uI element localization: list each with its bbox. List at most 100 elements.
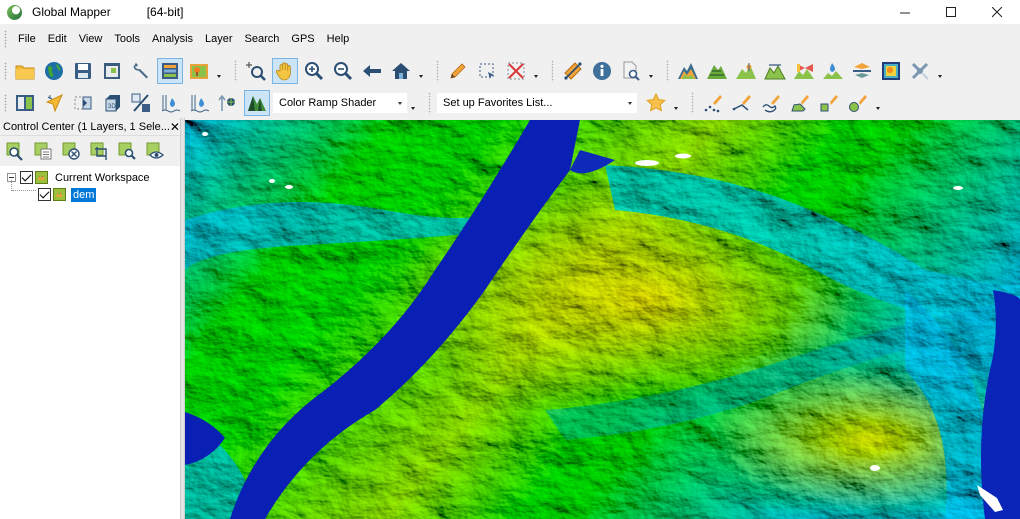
favorites-select-value: Set up Favorites List... [443,97,553,109]
search-button[interactable] [618,58,644,84]
toolbar-grip[interactable] [4,62,7,80]
transparency-button[interactable] [128,90,154,116]
menu-file[interactable]: File [12,28,42,50]
close-layer-button[interactable] [60,140,82,162]
favorites-select[interactable]: Set up Favorites List... [437,93,637,113]
watershed-button[interactable] [820,58,846,84]
zoom-out-button[interactable] [330,58,356,84]
view-shed-icon [794,64,814,79]
zoom-to-layer-button[interactable] [4,140,26,162]
split-view-button[interactable] [12,90,38,116]
create-points-button[interactable] [700,90,726,116]
overlay-dropdown[interactable] [215,61,224,81]
info-dropdown[interactable] [647,61,656,81]
edit-dropdown[interactable] [532,61,541,81]
layers-slice-icon [853,63,871,78]
layer-metadata-button[interactable] [32,140,54,162]
shaded-terrain-button[interactable] [675,58,701,84]
path-profile-button[interactable] [762,58,788,84]
digitize-area-icon [791,95,809,112]
pan-hand-icon [275,62,291,81]
save-workspace-button[interactable] [70,58,96,84]
menu-layer[interactable]: Layer [199,28,239,50]
feature-info-button[interactable] [589,58,615,84]
view-shed-button[interactable] [791,58,817,84]
open-data-button[interactable] [12,58,38,84]
control-center-close-button[interactable]: ✕ [170,120,180,134]
layer-label[interactable]: dem [71,187,97,202]
cut-fill-button[interactable] [849,58,875,84]
save-icon [75,63,91,79]
create-circle-button[interactable] [845,90,871,116]
water-level-up-button[interactable] [157,90,183,116]
toolbar-separator [551,60,554,82]
digitize-dropdown[interactable] [874,93,883,113]
download-imagery-button[interactable] [41,58,67,84]
crop-layer-button[interactable] [88,140,110,162]
menu-analysis[interactable]: Analysis [146,28,199,50]
toggle-visibility-button[interactable] [144,140,166,162]
back-arrow-icon [363,65,381,77]
hillshade-button[interactable] [244,90,270,116]
workspace-checkbox[interactable] [20,171,33,184]
menu-tools[interactable]: Tools [108,28,146,50]
pan-tool-button[interactable] [272,58,298,84]
digitize-points-icon [704,95,722,113]
water-level-down-button[interactable] [186,90,212,116]
configuration-button[interactable] [128,58,154,84]
layer-visibility-icon [146,142,164,159]
create-rectangle-button[interactable] [816,90,842,116]
measure-button[interactable] [560,58,586,84]
snow-patch [635,160,659,166]
menu-edit[interactable]: Edit [42,28,73,50]
shader-toolbar-dropdown[interactable] [409,93,418,113]
select-features-button[interactable] [474,58,500,84]
split-panel-icon [16,95,34,111]
layer-checkbox[interactable] [38,188,51,201]
toolbar-grip[interactable] [4,94,7,112]
previous-view-button[interactable] [359,58,385,84]
menu-search[interactable]: Search [239,28,286,50]
menu-view[interactable]: View [73,28,109,50]
peak-analysis-button[interactable] [733,58,759,84]
contours-button[interactable] [704,58,730,84]
zoom-out-icon [334,62,353,81]
trace-line-button[interactable] [758,90,784,116]
favorites-button[interactable] [643,90,669,116]
view-dropdown[interactable] [417,61,426,81]
close-button[interactable] [974,0,1020,24]
full-view-button[interactable] [388,58,414,84]
maximize-button[interactable] [928,0,974,24]
overlay-icon [190,64,208,79]
create-area-button[interactable] [787,90,813,116]
zoom-in-button[interactable] [301,58,327,84]
satellite-button[interactable] [907,58,933,84]
percent-transparency-icon [131,93,150,112]
path-slice-button[interactable] [70,90,96,116]
menu-help[interactable]: Help [321,28,356,50]
vertical-exaggeration-button[interactable] [215,90,241,116]
map-layout-button[interactable] [99,58,125,84]
favorites-dropdown[interactable] [672,93,681,113]
menu-grip[interactable] [4,30,7,48]
density-grid-button[interactable] [878,58,904,84]
search-layer-button[interactable] [116,140,138,162]
menu-gps[interactable]: GPS [285,28,320,50]
secondary-toolbar: 3D Color Ramp Shader Set up Favorites Li… [0,88,1020,118]
wrench-icon [133,63,148,79]
shader-select[interactable]: Color Ramp Shader [273,93,407,113]
3d-view-button[interactable]: 3D [99,90,125,116]
map-view[interactable] [185,120,1020,519]
3d-cube-icon: 3D [105,95,120,112]
overlay-control-button[interactable] [186,58,212,84]
digitizer-button[interactable] [445,58,471,84]
3d-path-button[interactable] [41,90,67,116]
zoom-tool-button[interactable] [243,58,269,84]
analysis-dropdown[interactable] [936,61,945,81]
create-line-button[interactable] [729,90,755,116]
control-center-button[interactable] [157,58,183,84]
layer-tree: Current Workspace dem [0,166,180,516]
workspace-label[interactable]: Current Workspace [53,171,152,185]
minimize-button[interactable] [882,0,928,24]
delete-features-button[interactable] [503,58,529,84]
